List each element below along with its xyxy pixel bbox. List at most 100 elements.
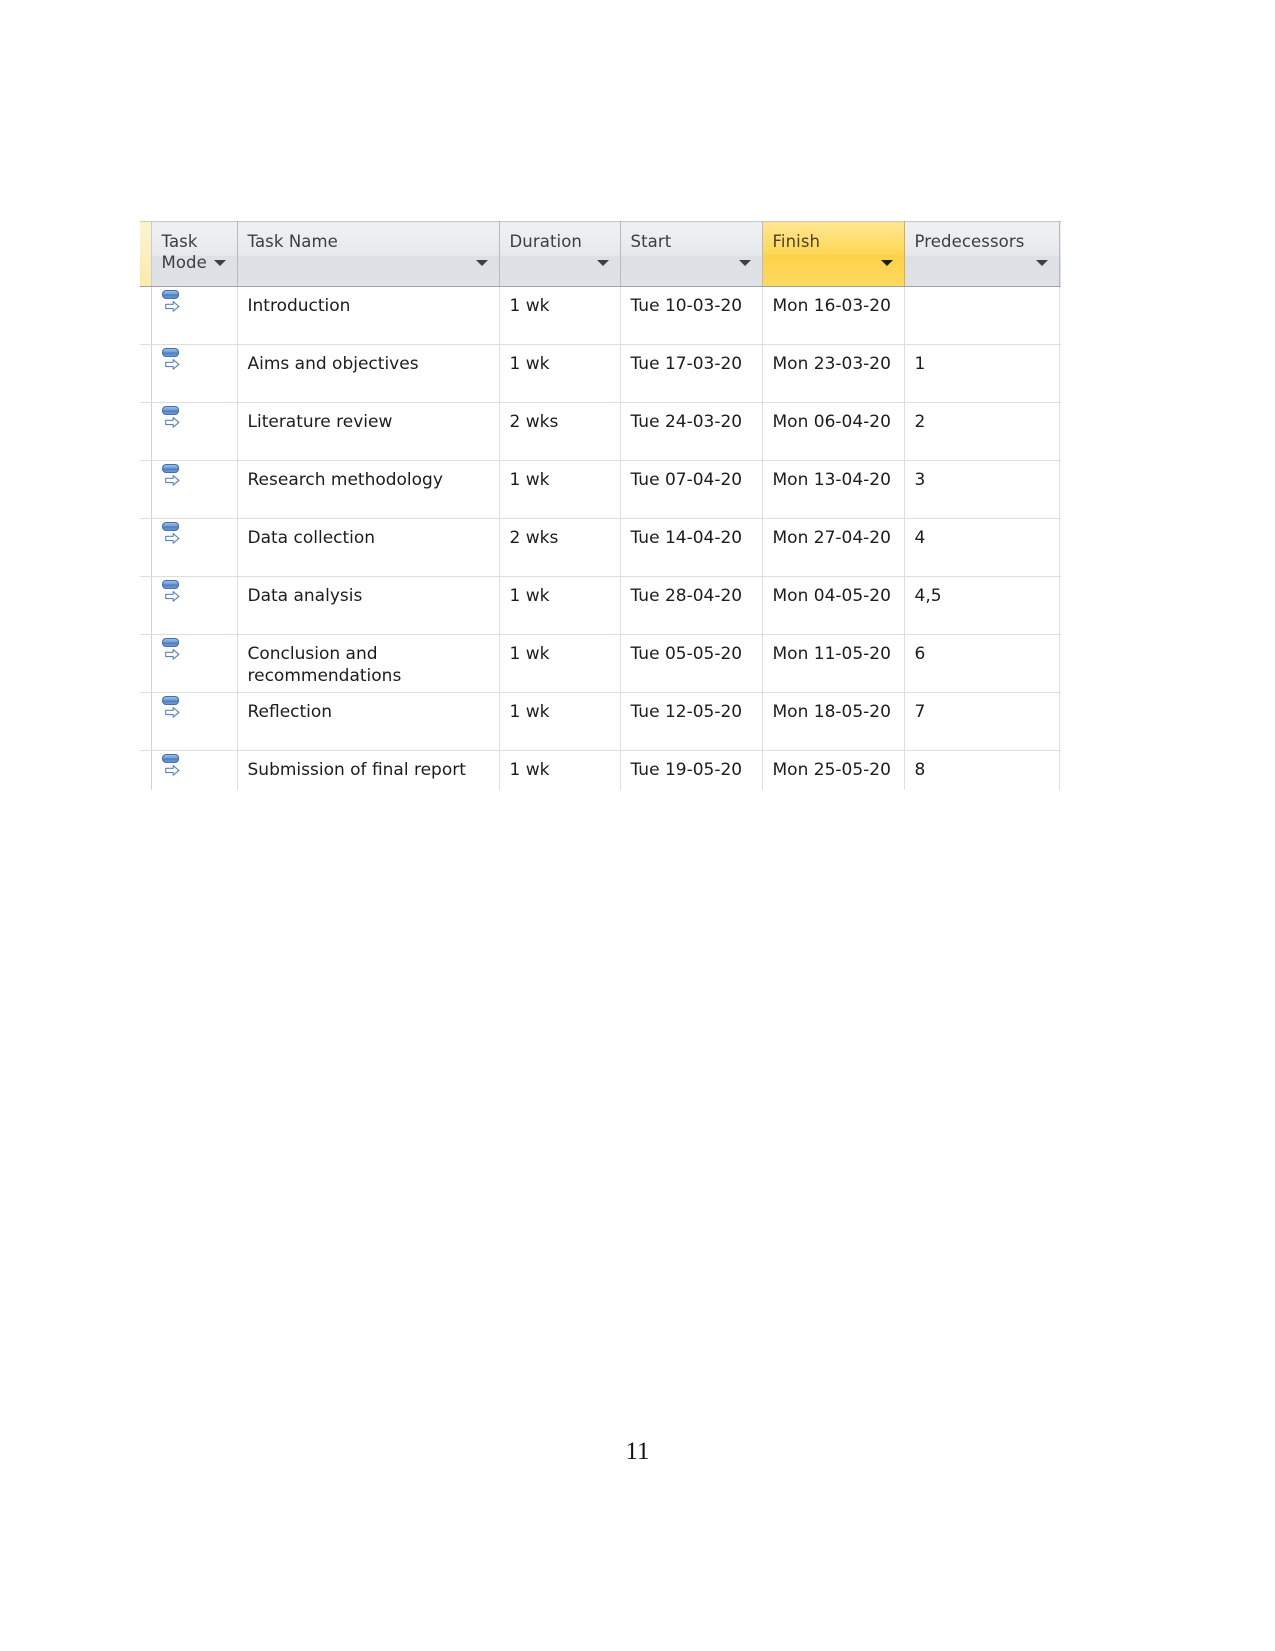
finish-cell[interactable]: Mon 04-05-20: [762, 576, 905, 635]
finish-date-text: Mon 18-05-20: [772, 702, 891, 722]
predecessors-cell[interactable]: 7: [904, 692, 1060, 751]
task-name-cell[interactable]: Data analysis: [237, 576, 500, 635]
chevron-down-icon[interactable]: [596, 260, 609, 266]
start-cell[interactable]: Tue 07-04-20: [620, 460, 763, 519]
duration-cell[interactable]: 1 wk: [499, 286, 621, 345]
duration-cell[interactable]: 2 wks: [499, 402, 621, 461]
predecessors-cell[interactable]: 4,5: [904, 576, 1060, 635]
column-header-duration-label: Duration: [509, 232, 582, 251]
finish-date-text: Mon 06-04-20: [772, 412, 891, 432]
predecessors-cell[interactable]: 6: [904, 634, 1060, 693]
row-indicator-cell[interactable]: [140, 344, 152, 403]
duration-cell[interactable]: 1 wk: [499, 750, 621, 790]
task-name-cell[interactable]: Aims and objectives: [237, 344, 500, 403]
duration-cell[interactable]: 1 wk: [499, 576, 621, 635]
start-cell[interactable]: Tue 12-05-20: [620, 692, 763, 751]
duration-cell[interactable]: 1 wk: [499, 692, 621, 751]
table-row[interactable]: Aims and objectives 1 wk Tue 17-03-20 Mon 2…: [140, 344, 1061, 403]
predecessors-cell[interactable]: 1: [904, 344, 1060, 403]
task-name-cell[interactable]: Research methodology: [237, 460, 500, 519]
task-mode-cell[interactable]: [151, 692, 238, 751]
finish-cell[interactable]: Mon 11-05-20: [762, 634, 905, 693]
table-row[interactable]: Research methodology 1 wk Tue 07-04-20 Mon …: [140, 460, 1061, 519]
row-indicator-cell[interactable]: [140, 518, 152, 577]
row-indicator-cell[interactable]: [140, 402, 152, 461]
task-mode-cell[interactable]: [151, 402, 238, 461]
table-row[interactable]: Introduction 1 wk Tue 10-03-20 Mon 16-03-20: [140, 286, 1061, 345]
row-indicator-cell[interactable]: [140, 750, 152, 790]
start-cell[interactable]: Tue 14-04-20: [620, 518, 763, 577]
duration-text: 1 wk: [509, 296, 550, 316]
chevron-down-icon[interactable]: [475, 260, 488, 266]
finish-cell[interactable]: Mon 13-04-20: [762, 460, 905, 519]
start-cell[interactable]: Tue 24-03-20: [620, 402, 763, 461]
finish-cell[interactable]: Mon 06-04-20: [762, 402, 905, 461]
predecessors-cell[interactable]: 2: [904, 402, 1060, 461]
task-mode-cell[interactable]: [151, 460, 238, 519]
start-cell[interactable]: Tue 17-03-20: [620, 344, 763, 403]
row-indicator-cell[interactable]: [140, 634, 152, 693]
auto-scheduled-icon: [161, 522, 183, 546]
chevron-down-icon[interactable]: [1035, 260, 1048, 266]
predecessors-cell[interactable]: 4: [904, 518, 1060, 577]
start-date-text: Tue 14-04-20: [630, 528, 743, 548]
task-mode-cell[interactable]: [151, 634, 238, 693]
task-mode-cell[interactable]: [151, 286, 238, 345]
predecessors-cell[interactable]: 3: [904, 460, 1060, 519]
predecessors-text: 4: [914, 528, 926, 548]
row-indicator-cell[interactable]: [140, 460, 152, 519]
start-cell[interactable]: Tue 19-05-20: [620, 750, 763, 790]
task-mode-cell[interactable]: [151, 576, 238, 635]
auto-scheduled-icon: [161, 348, 183, 372]
table-row[interactable]: Data collection 2 wks Tue 14-04-20 Mon 27-0…: [140, 518, 1061, 577]
task-mode-cell[interactable]: [151, 344, 238, 403]
chevron-down-icon[interactable]: [213, 260, 226, 266]
row-indicator-cell[interactable]: [140, 692, 152, 751]
duration-cell[interactable]: 1 wk: [499, 634, 621, 693]
chevron-down-icon[interactable]: [880, 260, 893, 266]
duration-cell[interactable]: 1 wk: [499, 344, 621, 403]
row-indicator-cell[interactable]: [140, 576, 152, 635]
task-name-cell[interactable]: Submission of final report: [237, 750, 500, 790]
predecessors-cell[interactable]: [904, 286, 1060, 345]
duration-cell[interactable]: 2 wks: [499, 518, 621, 577]
predecessors-cell[interactable]: 8: [904, 750, 1060, 790]
table-row[interactable]: Submission of final report 1 wk Tue 19-05-…: [140, 750, 1061, 790]
start-date-text: Tue 05-05-20: [630, 644, 743, 664]
table-row[interactable]: Conclusion and recommendations 1 wk Tue 05…: [140, 634, 1061, 693]
finish-date-text: Mon 27-04-20: [772, 528, 891, 548]
document-page: Task Mode Task Name Duration Start Finis…: [0, 0, 1275, 1651]
project-entry-table[interactable]: Task Mode Task Name Duration Start Finis…: [140, 221, 1061, 790]
task-mode-cell[interactable]: [151, 518, 238, 577]
column-header-start[interactable]: Start: [620, 221, 763, 287]
duration-cell[interactable]: 1 wk: [499, 460, 621, 519]
row-indicator-cell[interactable]: [140, 286, 152, 345]
column-header-finish-label: Finish: [772, 232, 821, 251]
task-name-cell[interactable]: Introduction: [237, 286, 500, 345]
task-mode-cell[interactable]: [151, 750, 238, 790]
column-header-task-name[interactable]: Task Name: [237, 221, 500, 287]
table-row[interactable]: Reflection 1 wk Tue 12-05-20 Mon 18-05-20 7: [140, 692, 1061, 751]
task-name-cell[interactable]: Reflection: [237, 692, 500, 751]
start-cell[interactable]: Tue 10-03-20: [620, 286, 763, 345]
finish-cell[interactable]: Mon 16-03-20: [762, 286, 905, 345]
finish-cell[interactable]: Mon 23-03-20: [762, 344, 905, 403]
chevron-down-icon[interactable]: [738, 260, 751, 266]
column-header-duration[interactable]: Duration: [499, 221, 621, 287]
task-name-cell[interactable]: Literature review: [237, 402, 500, 461]
column-header-predecessors[interactable]: Predecessors: [904, 221, 1060, 287]
finish-cell[interactable]: Mon 27-04-20: [762, 518, 905, 577]
task-name-cell[interactable]: Data collection: [237, 518, 500, 577]
column-header-finish[interactable]: Finish: [761, 221, 905, 287]
next-column-partial-cell: [1059, 402, 1061, 461]
finish-cell[interactable]: Mon 25-05-20: [762, 750, 905, 790]
duration-text: 1 wk: [509, 702, 550, 722]
column-header-task-mode[interactable]: Task Mode: [151, 221, 238, 287]
task-name-cell[interactable]: Conclusion and recommendations: [237, 634, 500, 693]
start-cell[interactable]: Tue 05-05-20: [620, 634, 763, 693]
start-cell[interactable]: Tue 28-04-20: [620, 576, 763, 635]
task-name-text: Reflection: [247, 702, 333, 722]
table-row[interactable]: Literature review 2 wks Tue 24-03-20 Mon 06…: [140, 402, 1061, 461]
finish-cell[interactable]: Mon 18-05-20: [762, 692, 905, 751]
table-row[interactable]: Data analysis 1 wk Tue 28-04-20 Mon 04-05-2…: [140, 576, 1061, 635]
